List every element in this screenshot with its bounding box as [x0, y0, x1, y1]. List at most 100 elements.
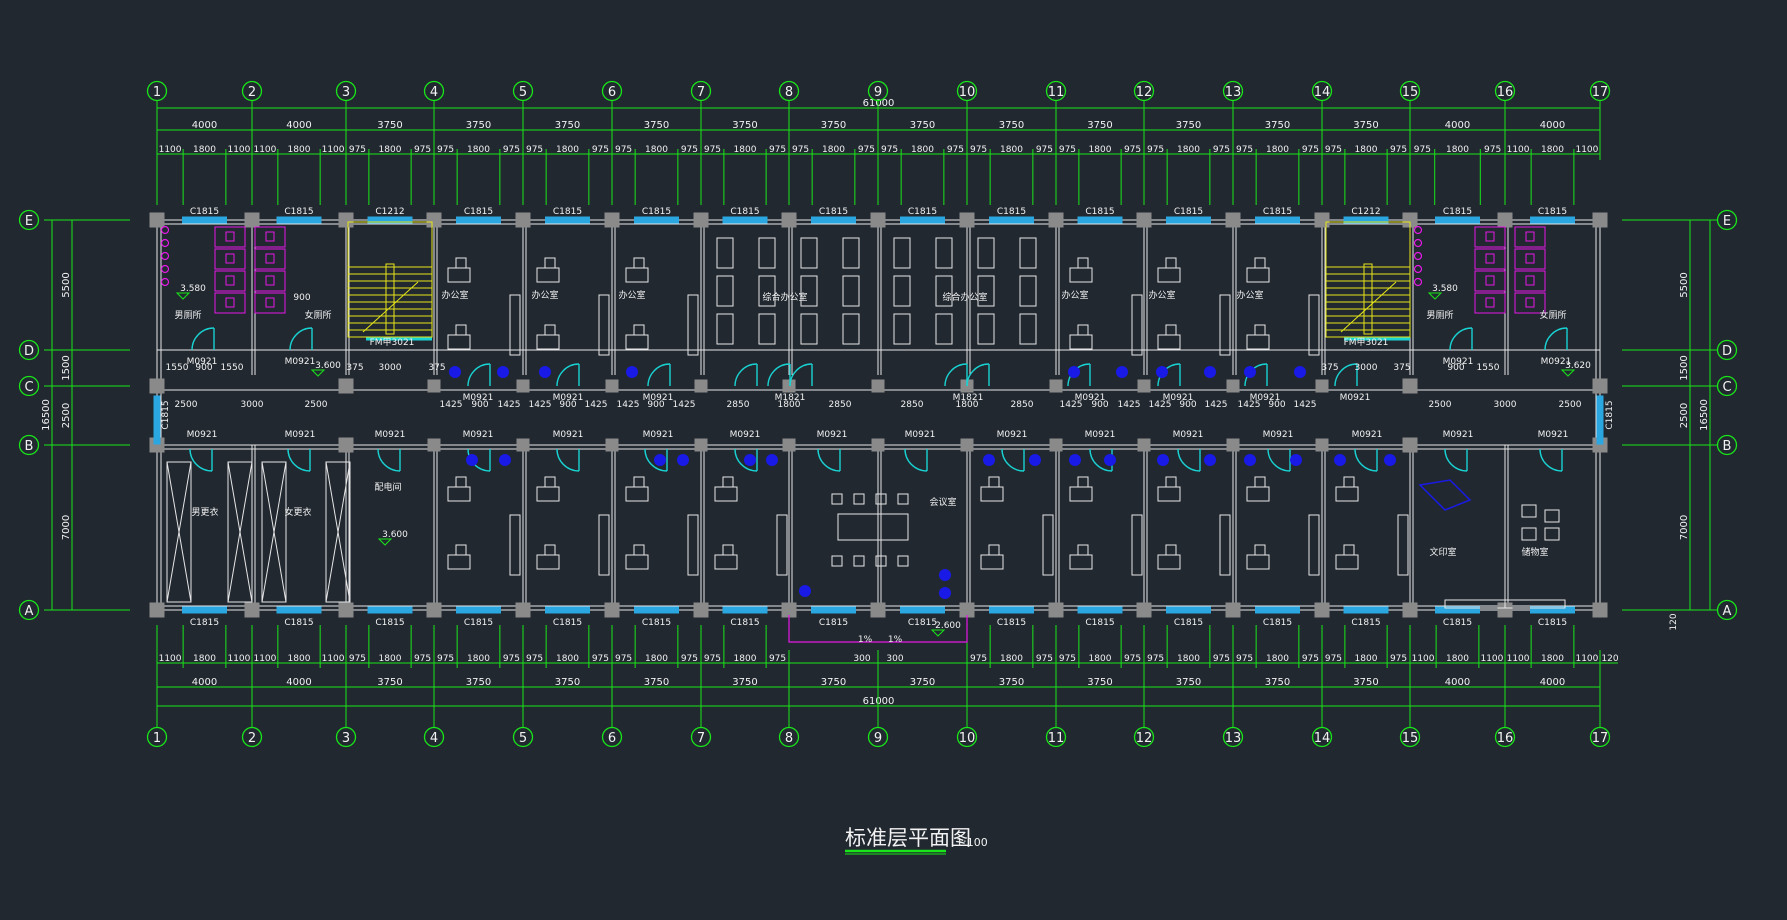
structural-column [338, 212, 354, 228]
dim-sub-bottom: 975 [1236, 654, 1253, 664]
dim-right-extra-vertical: 120 [1669, 613, 1679, 630]
structural-column [1497, 212, 1513, 228]
dim-sub-top: 1800 [1446, 145, 1469, 155]
plant-pot [1384, 454, 1396, 466]
axis-label-left: C [24, 380, 33, 395]
corridor-dim: 900 [195, 363, 212, 373]
dim-sub-bottom: 975 [1390, 654, 1407, 664]
axis-label-left: E [25, 214, 33, 229]
dim-sub-bottom: 975 [1302, 654, 1319, 664]
corridor-dim: 3000 [379, 363, 402, 373]
dim-bay-top: 3750 [1176, 120, 1201, 131]
plant-pot [1290, 454, 1302, 466]
structural-column [694, 379, 708, 393]
door-tag-bottom: M0921 [997, 430, 1028, 440]
plant-pot [1204, 454, 1216, 466]
axis-label-bottom: 8 [785, 731, 793, 746]
dim-sub-top: 1100 [1575, 145, 1598, 155]
dim-sub-top: 1800 [1355, 145, 1378, 155]
dim-sub-bottom: 975 [1036, 654, 1053, 664]
floor-plan-drawing: 6100061000400040004000400037503750375037… [0, 0, 1787, 920]
corridor-dim: 375 [1321, 363, 1338, 373]
structural-column [605, 379, 619, 393]
structural-column [515, 602, 531, 618]
corridor-dim: 900 [471, 400, 488, 410]
corridor-dim: 900 [1179, 400, 1196, 410]
dim-sub-top: 975 [1484, 145, 1501, 155]
dim-sub-bottom: 1800 [193, 654, 216, 664]
dim-sub-bottom: 1800 [288, 654, 311, 664]
window-top [545, 216, 590, 224]
door-tag-bottom: M0921 [643, 430, 674, 440]
room-name-top: 办公室 [1148, 289, 1175, 301]
dim-bay-bottom: 3750 [466, 677, 491, 688]
dim-sub-bottom: 1800 [379, 654, 402, 664]
corridor-dim: 1800 [778, 400, 801, 410]
structural-column [1049, 379, 1063, 393]
window-top [1166, 216, 1211, 224]
axis-label-top: 8 [785, 85, 793, 100]
dim-sub-top: 1800 [288, 145, 311, 155]
plant-pot [766, 454, 778, 466]
room-name-top: 男厕所 [174, 310, 201, 321]
window-tag-top: C1815 [464, 207, 493, 217]
corridor-dim: 2500 [305, 400, 328, 410]
window-bottom [634, 606, 679, 614]
window-tag-bottom: C1815 [553, 618, 582, 628]
dim-sub-bottom: 975 [970, 654, 987, 664]
window-tag-top: C1815 [1085, 207, 1114, 217]
axis-label-top: 11 [1048, 85, 1065, 100]
dim-bay-bottom: 3750 [1087, 677, 1112, 688]
structural-column [1315, 438, 1329, 452]
window-tag-bottom: C1815 [908, 618, 937, 628]
dim-sub-top: 975 [1213, 145, 1230, 155]
plant-pot [1069, 454, 1081, 466]
dim-bay-bottom: 3750 [732, 677, 757, 688]
window-tag-bottom: C1815 [375, 618, 404, 628]
dim-bay-bottom: 4000 [1445, 677, 1470, 688]
corridor-dim: 900 [1447, 363, 1464, 373]
window-tag-side: C1815 [161, 400, 171, 429]
dim-sub-bottom: 975 [1213, 654, 1230, 664]
dim-bay-bottom: 3750 [1265, 677, 1290, 688]
window-tag-bottom: C1815 [1538, 618, 1567, 628]
dim-bay-top: 4000 [1445, 120, 1470, 131]
dim-sub-top: 1100 [159, 145, 182, 155]
axis-label-bottom: 4 [430, 731, 438, 746]
dim-sub-center: 300 [886, 654, 903, 664]
window-top [1255, 216, 1300, 224]
window-top [900, 216, 945, 224]
window-top [1435, 216, 1480, 224]
axis-label-bottom: 10 [959, 731, 976, 746]
dim-bay-bottom: 4000 [286, 677, 311, 688]
dim-bay-bottom: 3750 [1176, 677, 1201, 688]
dim-bay-bottom: 3750 [644, 677, 669, 688]
dim-sub-top: 1100 [1507, 145, 1530, 155]
door-tag-bottom: M0921 [285, 430, 316, 440]
dim-sub-bottom: 975 [437, 654, 454, 664]
axis-label-top: 15 [1402, 85, 1419, 100]
corridor-dim: 900 [559, 400, 576, 410]
window-tag-top: C1815 [642, 207, 671, 217]
corridor-dim: 1425 [498, 400, 521, 410]
structural-column [781, 212, 797, 228]
dim-sub-top: 975 [1124, 145, 1141, 155]
dim-bay-top: 3750 [999, 120, 1024, 131]
dim-sub-top: 975 [881, 145, 898, 155]
dim-bay-bottom: 3750 [555, 677, 580, 688]
room-name-top: 综合办公室 [942, 291, 987, 303]
window-bottom [1166, 606, 1211, 614]
window-bottom [1343, 606, 1389, 614]
room-name-top: 女厕所 [304, 309, 331, 321]
corridor-dim: 375 [346, 363, 363, 373]
door-tag-bottom: M0921 [1443, 430, 1474, 440]
room-name-top: 办公室 [441, 289, 468, 301]
plant-pot [983, 454, 995, 466]
corridor-dim: 375 [1393, 363, 1410, 373]
dim-sub-bottom: 1800 [1000, 654, 1023, 664]
dim-sub-bottom: 1800 [1541, 654, 1564, 664]
structural-column [1225, 212, 1241, 228]
structural-column [959, 212, 975, 228]
door-tag-bottom: M0921 [1173, 430, 1204, 440]
dim-sub-bottom: 1800 [1355, 654, 1378, 664]
